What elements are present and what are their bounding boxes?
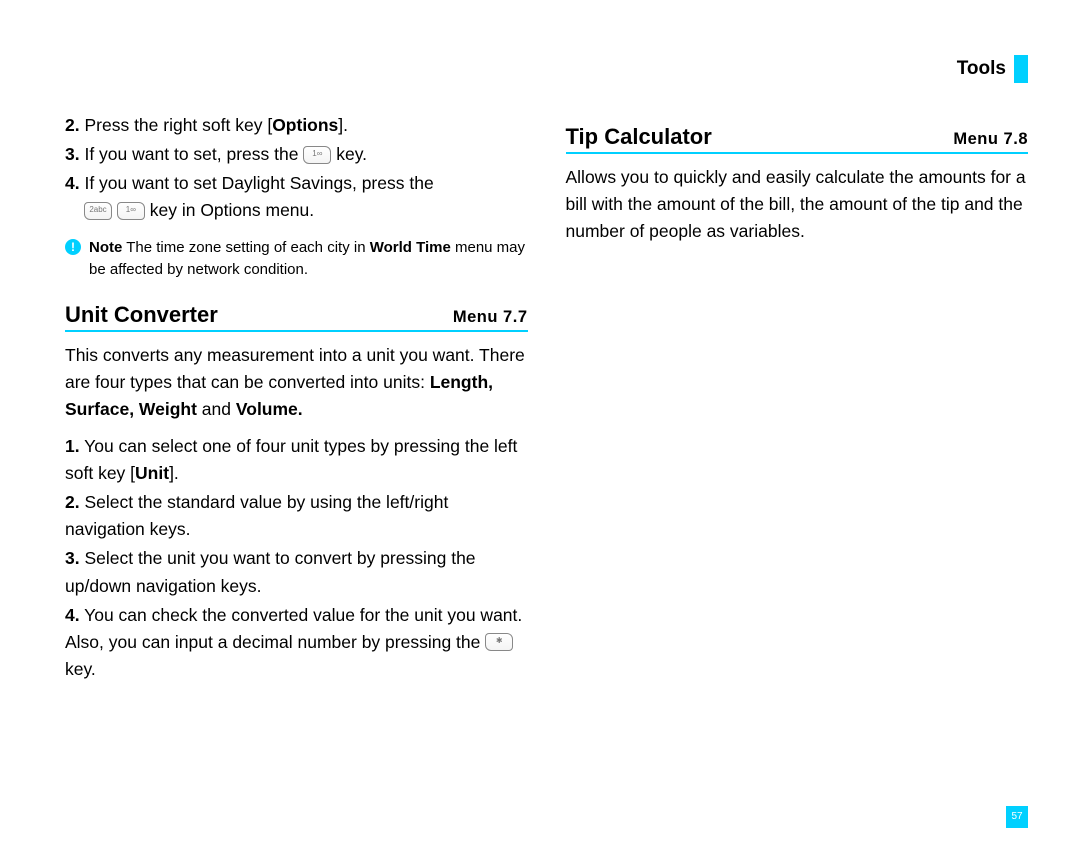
unitconv-step-3: 3. Select the unit you want to convert b…	[65, 545, 528, 599]
header-title: Tools	[957, 55, 1014, 83]
section-header-unit-converter: Unit Converter Menu 7.7	[65, 302, 528, 332]
key-1-icon: 1∞	[117, 202, 145, 220]
note-text: Note The time zone setting of each city …	[89, 237, 528, 282]
unit-converter-intro: This converts any measurement into a uni…	[65, 342, 528, 423]
unitconv-step-4: 4. You can check the converted value for…	[65, 602, 528, 683]
key-star-icon: ✱	[485, 633, 513, 651]
page-header: Tools	[957, 55, 1028, 83]
worldtime-step-3: 3. If you want to set, press the 1∞ key.	[65, 141, 528, 168]
tip-calculator-title: Tip Calculator	[566, 124, 712, 150]
unit-converter-menu: Menu 7.7	[453, 308, 528, 327]
info-icon: !	[65, 239, 81, 255]
worldtime-step-4: 4. If you want to set Daylight Savings, …	[65, 170, 528, 224]
section-header-tip-calculator: Tip Calculator Menu 7.8	[566, 124, 1029, 154]
note-block: ! Note The time zone setting of each cit…	[65, 237, 528, 282]
unitconv-step-2: 2. Select the standard value by using th…	[65, 489, 528, 543]
tip-calculator-menu: Menu 7.8	[953, 130, 1028, 149]
header-accent-bar	[1014, 55, 1028, 83]
unit-converter-title: Unit Converter	[65, 302, 218, 328]
key-1-icon: 1∞	[303, 146, 331, 164]
worldtime-step-2: 2. Press the right soft key [Options].	[65, 112, 528, 139]
page-number: 57	[1006, 806, 1028, 828]
key-2-icon: 2abc	[84, 202, 112, 220]
tip-calculator-intro: Allows you to quickly and easily calcula…	[566, 164, 1029, 245]
page-body: 2. Press the right soft key [Options]. 3…	[0, 0, 1080, 740]
unitconv-step-1: 1. You can select one of four unit types…	[65, 433, 528, 487]
